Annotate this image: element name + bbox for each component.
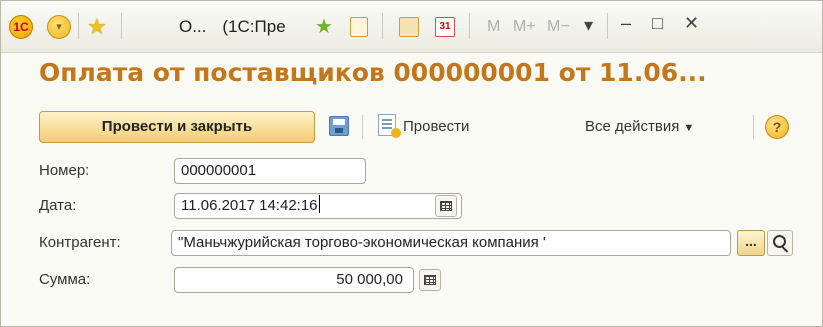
- calendar-icon[interactable]: 31: [435, 17, 455, 37]
- calculator-icon[interactable]: [399, 17, 419, 37]
- post-document-icon[interactable]: [378, 114, 401, 138]
- help-button[interactable]: ?: [765, 115, 789, 139]
- save-icon[interactable]: [329, 116, 349, 136]
- contractor-label: Контрагент:: [39, 234, 121, 251]
- 1c-logo-icon[interactable]: 1С: [9, 15, 33, 39]
- command-separator: [753, 115, 754, 139]
- minimize-button[interactable]: –: [621, 13, 631, 37]
- page-title: Оплата от поставщиков 000000001 от 11.06…: [39, 58, 707, 87]
- window-title-app: (1С:Пре: [222, 17, 286, 36]
- window-title-short: О...: [179, 17, 207, 36]
- command-separator: [362, 115, 363, 139]
- text-cursor: [318, 195, 320, 213]
- main-menu-icon[interactable]: ▾: [47, 15, 71, 39]
- close-button[interactable]: ✕: [684, 13, 699, 37]
- document-window: 1С ▾ ★ О... (1С:Пре ★ 31 M M+ M− ▾ – □ ✕ …: [0, 0, 823, 327]
- contractor-field[interactable]: "Маньчжурийская торгово-экономическая ко…: [171, 230, 731, 256]
- window-title: О... (1С:Пре: [179, 17, 302, 41]
- calendar-picker-button[interactable]: [435, 195, 457, 217]
- chevron-down-icon: ▼: [683, 122, 695, 134]
- window-menu-dropdown-icon[interactable]: ▾: [584, 15, 593, 39]
- post-and-close-button[interactable]: Провести и закрыть: [39, 111, 315, 143]
- memory-store-button[interactable]: M: [487, 18, 500, 42]
- sum-label: Сумма:: [39, 271, 91, 288]
- calendar-icon: [440, 201, 452, 211]
- link-icon[interactable]: [350, 17, 368, 37]
- memory-subtract-button[interactable]: M−: [547, 18, 570, 42]
- number-label: Номер:: [39, 162, 90, 179]
- window-titlebar: 1С ▾ ★ О... (1С:Пре ★ 31 M M+ M− ▾ – □ ✕: [1, 1, 822, 53]
- number-field[interactable]: 000000001: [174, 158, 366, 184]
- maximize-button[interactable]: □: [652, 13, 663, 37]
- calculator-icon: [424, 275, 436, 285]
- date-label: Дата:: [39, 197, 77, 214]
- titlebar-separator: [469, 13, 470, 39]
- post-button[interactable]: Провести: [403, 118, 469, 135]
- memory-add-button[interactable]: M+: [513, 18, 536, 42]
- all-actions-label: Все действия: [585, 118, 680, 135]
- contractor-select-button[interactable]: ...: [737, 230, 765, 256]
- calculator-button[interactable]: [419, 269, 441, 291]
- all-actions-menu[interactable]: Все действия ▼: [585, 118, 694, 135]
- date-field[interactable]: 11.06.2017 14:42:16: [174, 193, 462, 219]
- search-icon[interactable]: [767, 230, 793, 256]
- add-favorite-icon[interactable]: ★: [315, 15, 333, 39]
- sum-field[interactable]: 50 000,00: [174, 267, 414, 293]
- titlebar-separator: [121, 13, 122, 39]
- titlebar-separator: [78, 13, 79, 39]
- titlebar-separator: [382, 13, 383, 39]
- favorites-star-icon[interactable]: ★: [87, 15, 107, 39]
- titlebar-separator: [607, 13, 608, 39]
- date-value: 11.06.2017 14:42:16: [181, 197, 318, 214]
